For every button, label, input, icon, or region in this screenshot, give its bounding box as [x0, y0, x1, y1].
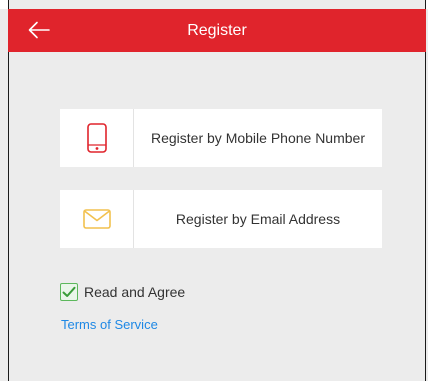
page-title: Register	[187, 22, 247, 39]
register-by-phone-button[interactable]: Register by Mobile Phone Number	[60, 109, 382, 167]
checkmark-icon	[62, 286, 76, 297]
agreement-row: Read and Agree	[60, 283, 185, 301]
register-by-email-button[interactable]: Register by Email Address	[60, 190, 382, 248]
envelope-icon	[82, 209, 111, 229]
terms-of-service-link[interactable]: Terms of Service	[61, 317, 158, 332]
option-icon-cell	[60, 109, 134, 167]
arrow-left-icon	[28, 21, 50, 39]
mobile-phone-icon	[86, 123, 107, 153]
register-by-email-label: Register by Email Address	[175, 211, 341, 227]
agree-label: Read and Agree	[84, 284, 186, 300]
app-header: Register	[8, 9, 426, 52]
back-button[interactable]	[22, 13, 56, 47]
agree-checkbox[interactable]	[60, 283, 78, 301]
option-icon-cell	[60, 190, 134, 248]
register-by-phone-label: Register by Mobile Phone Number	[151, 130, 365, 146]
